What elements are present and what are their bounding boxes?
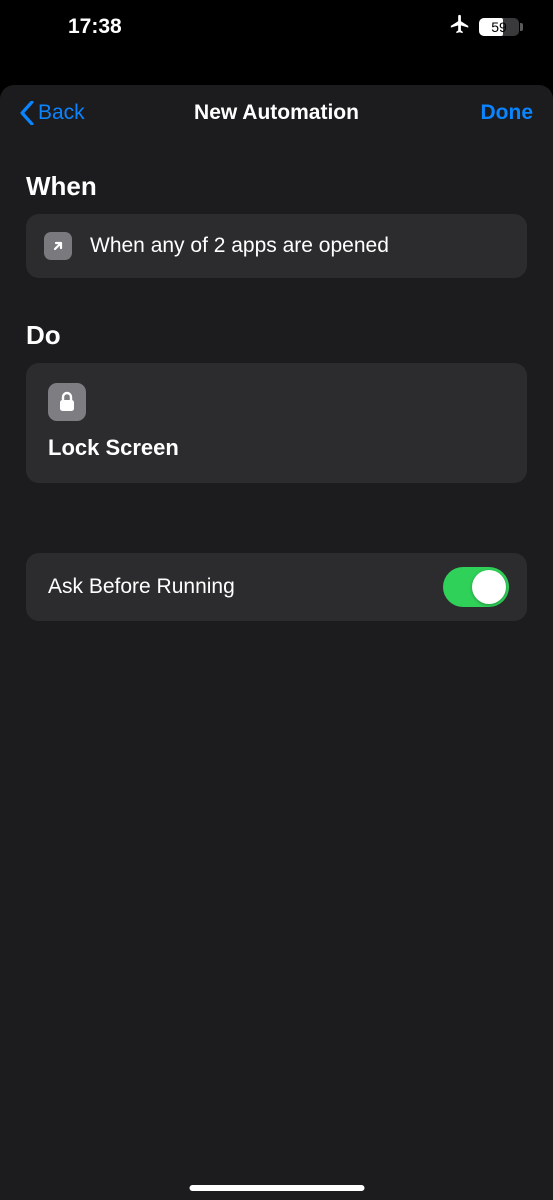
status-right: 59 — [449, 13, 519, 41]
back-button[interactable]: Back — [20, 101, 85, 125]
do-heading: Do — [26, 320, 527, 351]
home-indicator[interactable] — [189, 1185, 364, 1191]
chevron-left-icon — [20, 101, 34, 125]
modal-sheet: Back New Automation Done When When any o… — [0, 85, 553, 1200]
airplane-mode-icon — [449, 13, 471, 41]
nav-bar: Back New Automation Done — [0, 85, 553, 141]
when-heading: When — [26, 171, 527, 202]
do-action-card[interactable]: Lock Screen — [26, 363, 527, 483]
ask-before-running-label: Ask Before Running — [48, 575, 235, 599]
lock-icon — [48, 383, 86, 421]
battery-percent: 59 — [479, 18, 519, 36]
when-condition-text: When any of 2 apps are opened — [90, 234, 389, 258]
back-label: Back — [38, 101, 85, 125]
do-action-text: Lock Screen — [48, 435, 505, 461]
battery-indicator: 59 — [479, 18, 519, 36]
done-button[interactable]: Done — [481, 101, 534, 125]
ask-before-running-toggle[interactable] — [443, 567, 509, 607]
ask-before-running-row: Ask Before Running — [26, 553, 527, 621]
app-open-icon — [44, 232, 72, 260]
status-bar: 17:38 59 — [0, 0, 553, 54]
when-condition-card[interactable]: When any of 2 apps are opened — [26, 214, 527, 278]
status-time: 17:38 — [68, 15, 122, 39]
